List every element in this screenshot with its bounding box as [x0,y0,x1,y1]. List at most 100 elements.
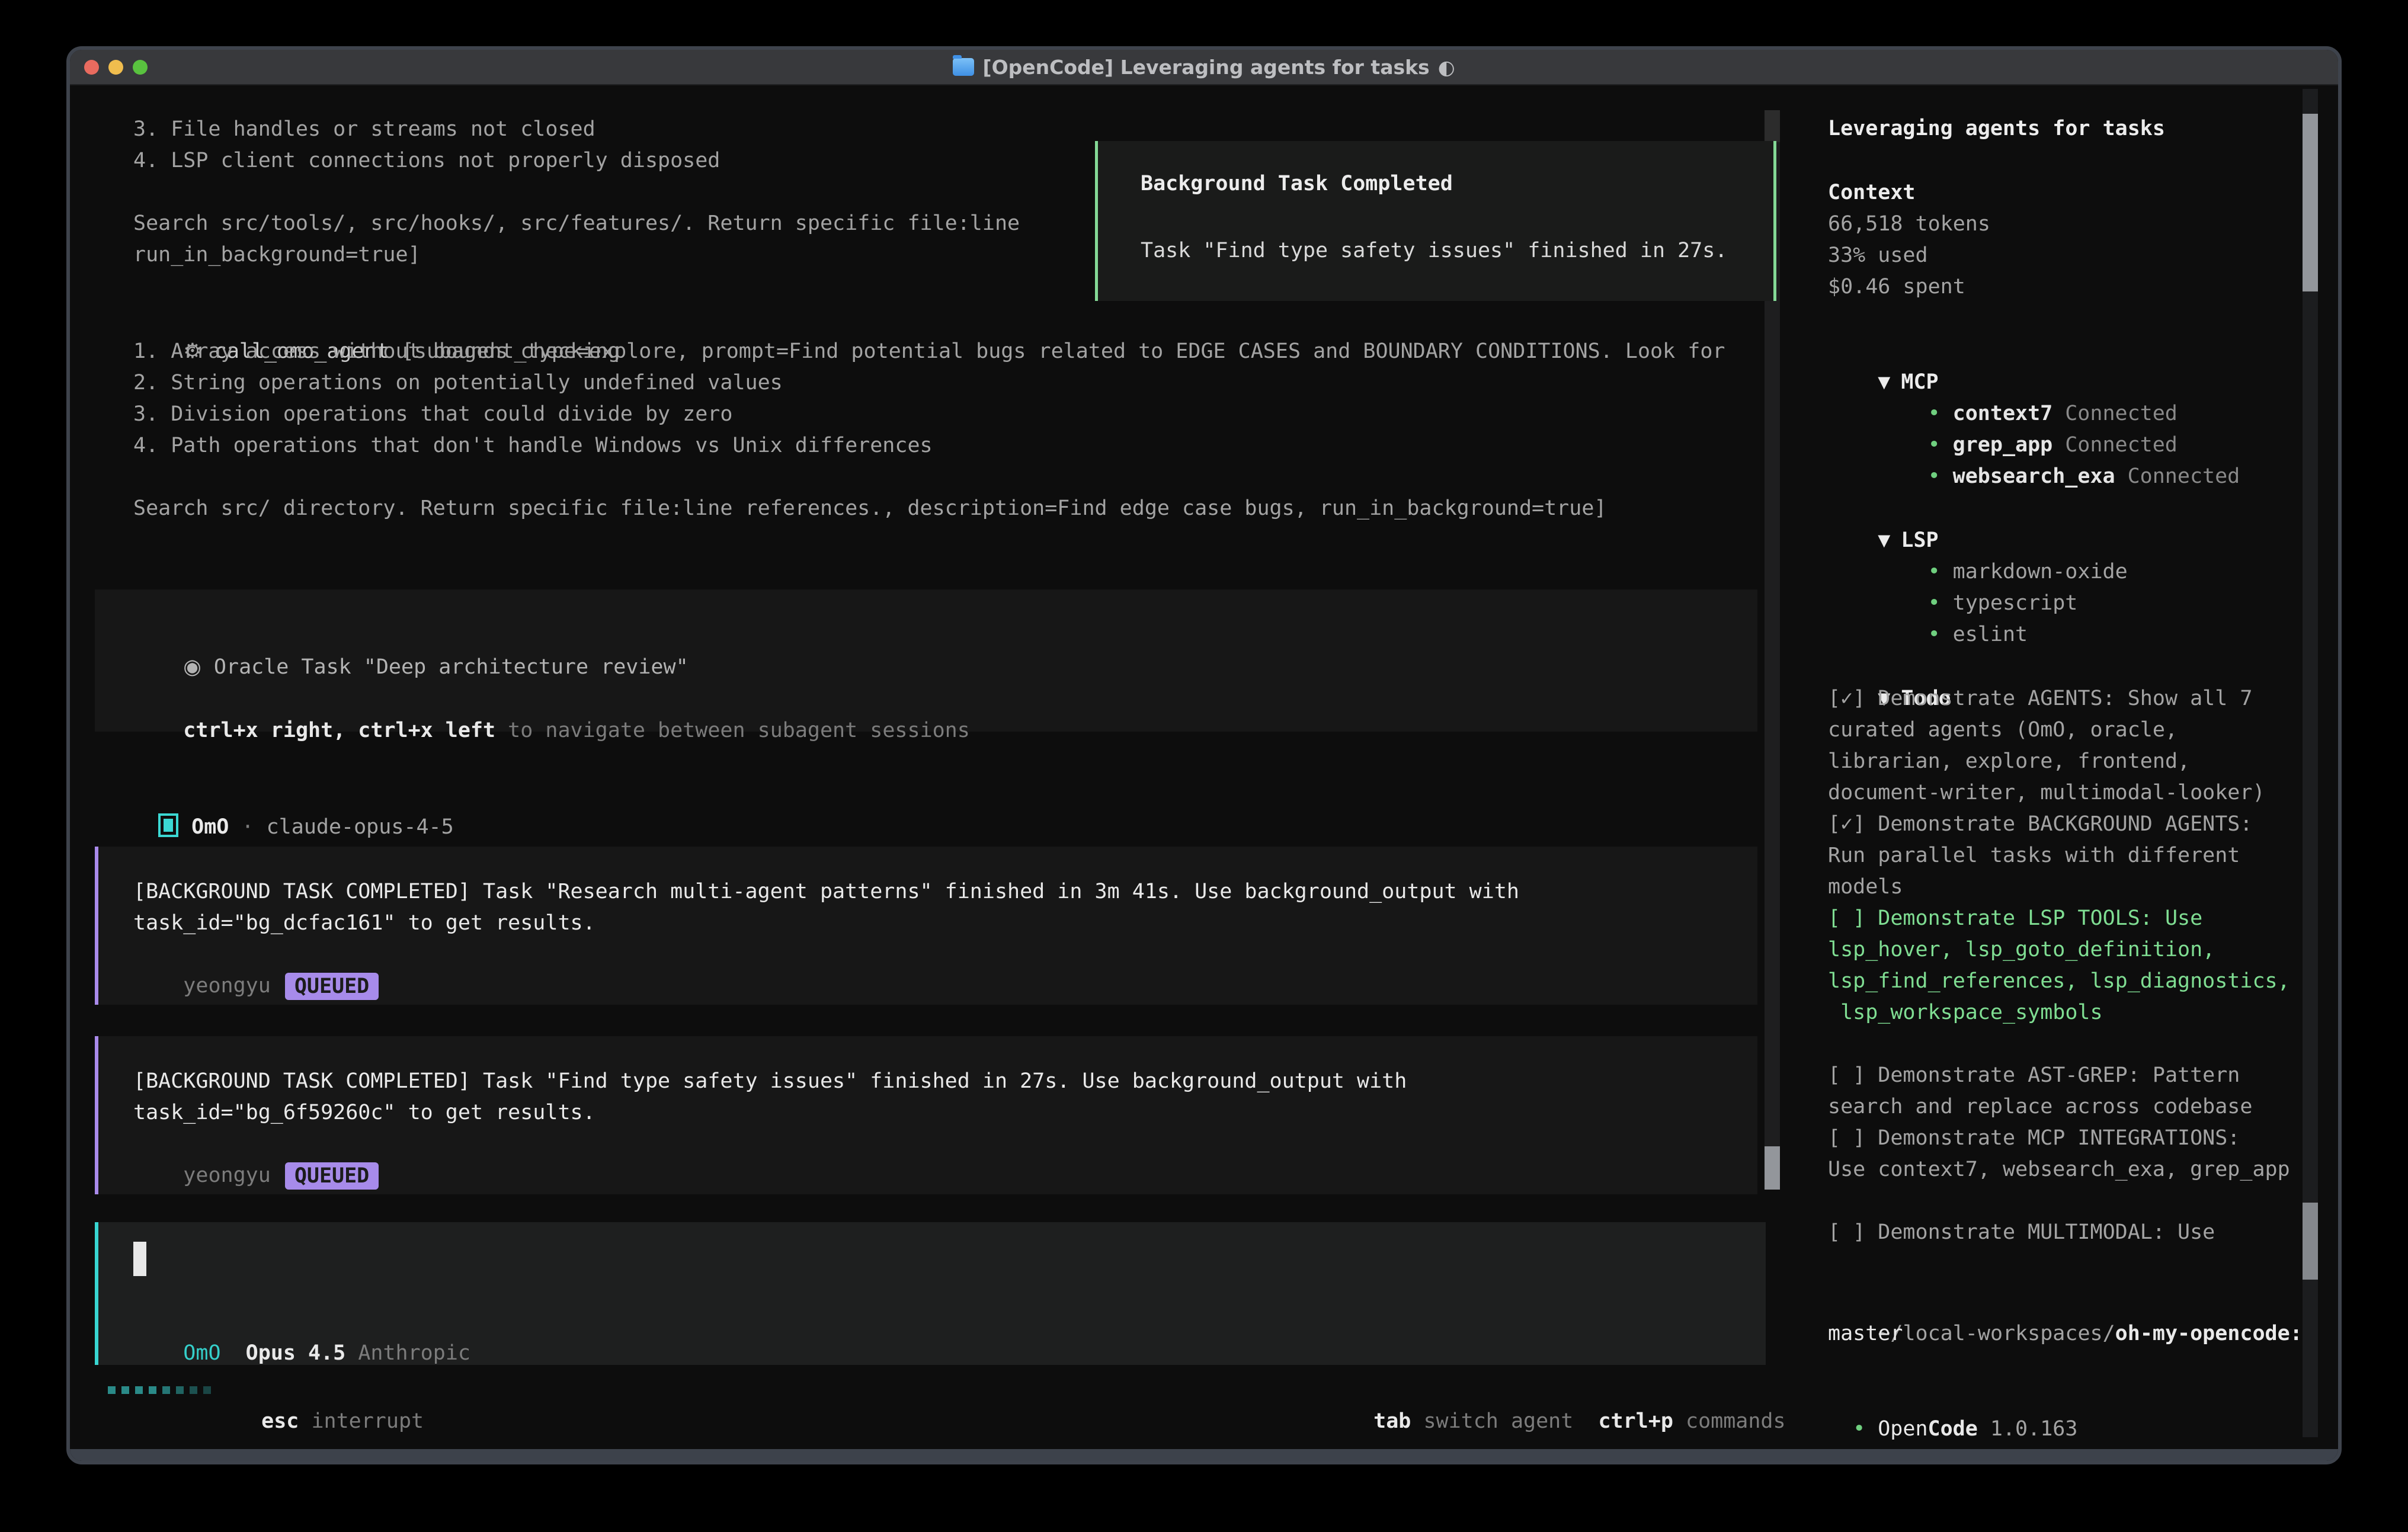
tab-key-label: switch agent [1423,1409,1573,1433]
subagent-nav-hint: ctrl+x right, ctrl+x left to navigate be… [133,684,1757,715]
traffic-lights [84,50,148,84]
queued-badge: QUEUED [285,973,379,1000]
session-progress-icon: ◐ [1438,56,1455,79]
ctrlp-key-hint: ctrl+p [1598,1409,1673,1433]
mcp-server-name: context7 [1953,402,2053,425]
separator-dot: · [241,815,254,839]
status-dot-icon: • [1928,464,1941,488]
scrollback-line: Search src/tools/, src/hooks/, src/featu… [133,208,1020,239]
oracle-task-title: Oracle Task "Deep architecture review" [214,655,689,679]
message-line: task_id="bg_6f59260c" to get results. [133,1097,1757,1129]
minimize-button[interactable] [108,60,123,75]
tool-call-line: 4. Path operations that don't handle Win… [133,430,1725,461]
input-model-line: OmO Opus 4.5 Anthropic [133,1306,470,1338]
chevron-down-icon: ▼ [1878,370,1890,394]
sidebar-scrollbar-thumb[interactable] [2303,114,2318,291]
scrollback-line [133,177,1020,208]
maximize-button[interactable] [133,60,148,75]
todo-section-header[interactable]: ▼Todo [1828,652,2320,683]
mcp-server-name: grep_app [1953,433,2053,457]
background-task-message: [BACKGROUND TASK COMPLETED] Task "Find t… [95,1036,1757,1194]
input-agent-name: OmO [183,1341,220,1365]
tool-call-header: ⚙ call_omo_agent [subagent_type=explore,… [133,305,1725,336]
status-dot-icon: • [1928,402,1941,425]
prompt-input[interactable]: OmO Opus 4.5 Anthropic [95,1222,1766,1365]
background-task-toast: Background Task Completed Task "Find typ… [1095,141,1776,301]
lsp-server-name: eslint [1953,623,2028,646]
mcp-server-status: Connected [2065,402,2178,425]
message-line: task_id="bg_dcfac161" to get results. [133,908,1757,939]
oracle-task-title-row: ◉ Oracle Task "Deep architecture review" [133,620,1757,652]
todo-scrollbar-thumb[interactable] [2303,1203,2318,1280]
hint-keys: ctrl+x right, ctrl+x left [183,719,495,742]
todo-item-line: lsp_hover, lsp_goto_definition, [1828,934,2320,966]
chevron-down-icon: ▼ [1878,528,1890,552]
window-file-icon [953,58,974,76]
todo-section: ▼Todo [✓] Demonstrate AGENTS: Show all 7… [1828,652,2320,1248]
workspace-repo: oh-my-opencode: [2115,1322,2303,1345]
scrollback-line: run_in_background=true] [133,239,1020,271]
todo-item-line: [ ] Demonstrate MCP INTEGRATIONS: [1828,1123,2320,1154]
scrollback-line: 4. LSP client connections not properly d… [133,145,1020,177]
context-section: Context 66,518 tokens33% used$0.46 spent [1828,177,2320,303]
context-stat-line: 33% used [1828,240,2320,271]
hint-text: to navigate between subagent sessions [495,719,970,742]
statusbar-left: esc interrupt [236,1374,424,1406]
status-dot-icon: • [1928,560,1941,584]
app-version: 1.0.163 [1990,1417,2078,1441]
tab-key-hint: tab [1373,1409,1411,1433]
todo-item-line: Use context7, websearch_exa, grep_app [1828,1154,2320,1185]
agent-model: claude-opus-4-5 [267,815,454,839]
context-stat-line: 66,518 tokens [1828,209,2320,240]
toast-title: Background Task Completed [1141,168,1773,200]
todo-item-line: lsp_workspace_symbols [1828,997,2320,1028]
context-stat-line: $0.46 spent [1828,271,2320,303]
mcp-section: ▼MCP •context7Connected •grep_appConnect… [1828,335,2320,461]
agent-name: OmO [191,815,229,839]
lsp-section-header[interactable]: ▼LSP [1828,493,2320,525]
todo-item-line: [ ] Demonstrate AST-GREP: Pattern [1828,1060,2320,1091]
workspace-path: ~/local-workspaces/ [1878,1322,2115,1345]
todo-item-line: lsp_find_references, lsp_diagnostics, [1828,966,2320,997]
message-author: yeongyu [183,974,271,998]
input-model-name: Opus 4.5 [246,1341,346,1365]
todo-item-line: curated agents (OmO, oracle, [1828,714,2320,746]
mcp-section-header[interactable]: ▼MCP [1828,335,2320,367]
tool-call-block: ⚙ call_omo_agent [subagent_type=explore,… [133,305,1725,524]
main-scrollbar-segment[interactable] [1765,110,1780,142]
message-footer: yeongyuQUEUED [133,1129,1757,1160]
todo-item-line [1828,1028,2320,1060]
esc-key-label: interrupt [311,1409,424,1433]
app-name: Open [1878,1417,1927,1441]
agent-avatar-icon [158,813,178,837]
mcp-heading: MCP [1901,370,1938,394]
main-scrollbar-thumb[interactable] [1765,1146,1780,1190]
status-dot-icon: • [1853,1417,1865,1441]
titlebar[interactable]: [OpenCode] Leveraging agents for tasks ◐ [70,50,2338,85]
window-bottom-edge [70,1449,2338,1461]
todo-item-line: Run parallel tasks with different [1828,840,2320,871]
context-heading: Context [1828,177,2320,209]
message-line: [BACKGROUND TASK COMPLETED] Task "Resear… [133,876,1757,908]
close-button[interactable] [84,60,99,75]
todo-item-line [1828,1185,2320,1217]
tool-call-line: Search src/ directory. Return specific f… [133,493,1725,524]
status-dot-icon: • [1928,591,1941,615]
mcp-server-status: Connected [2128,464,2240,488]
agent-session-header: OmO · claude-opus-4-5 [133,780,454,812]
lsp-server-name: markdown-oxide [1953,560,2128,584]
mcp-server-status: Connected [2065,433,2178,457]
todo-item-line: document-writer, multimodal-looker) [1828,777,2320,809]
context-stats: 66,518 tokens33% used$0.46 spent [1828,209,2320,303]
background-task-message: [BACKGROUND TASK COMPLETED] Task "Resear… [95,847,1757,1005]
session-title: Leveraging agents for tasks [1828,113,2320,145]
lsp-server-name: typescript [1953,591,2078,615]
lsp-section: ▼LSP •markdown-oxide •typescript •eslint [1828,493,2320,619]
tool-call-line: 3. Division operations that could divide… [133,399,1725,430]
ctrlp-key-label: commands [1686,1409,1786,1433]
tool-call-line: 2. String operations on potentially unde… [133,367,1725,399]
esc-key-hint: esc [261,1409,299,1433]
activity-spinner-icon [108,1386,211,1394]
lsp-heading: LSP [1901,528,1938,552]
toast-body: Task "Find type safety issues" finished … [1141,235,1773,267]
